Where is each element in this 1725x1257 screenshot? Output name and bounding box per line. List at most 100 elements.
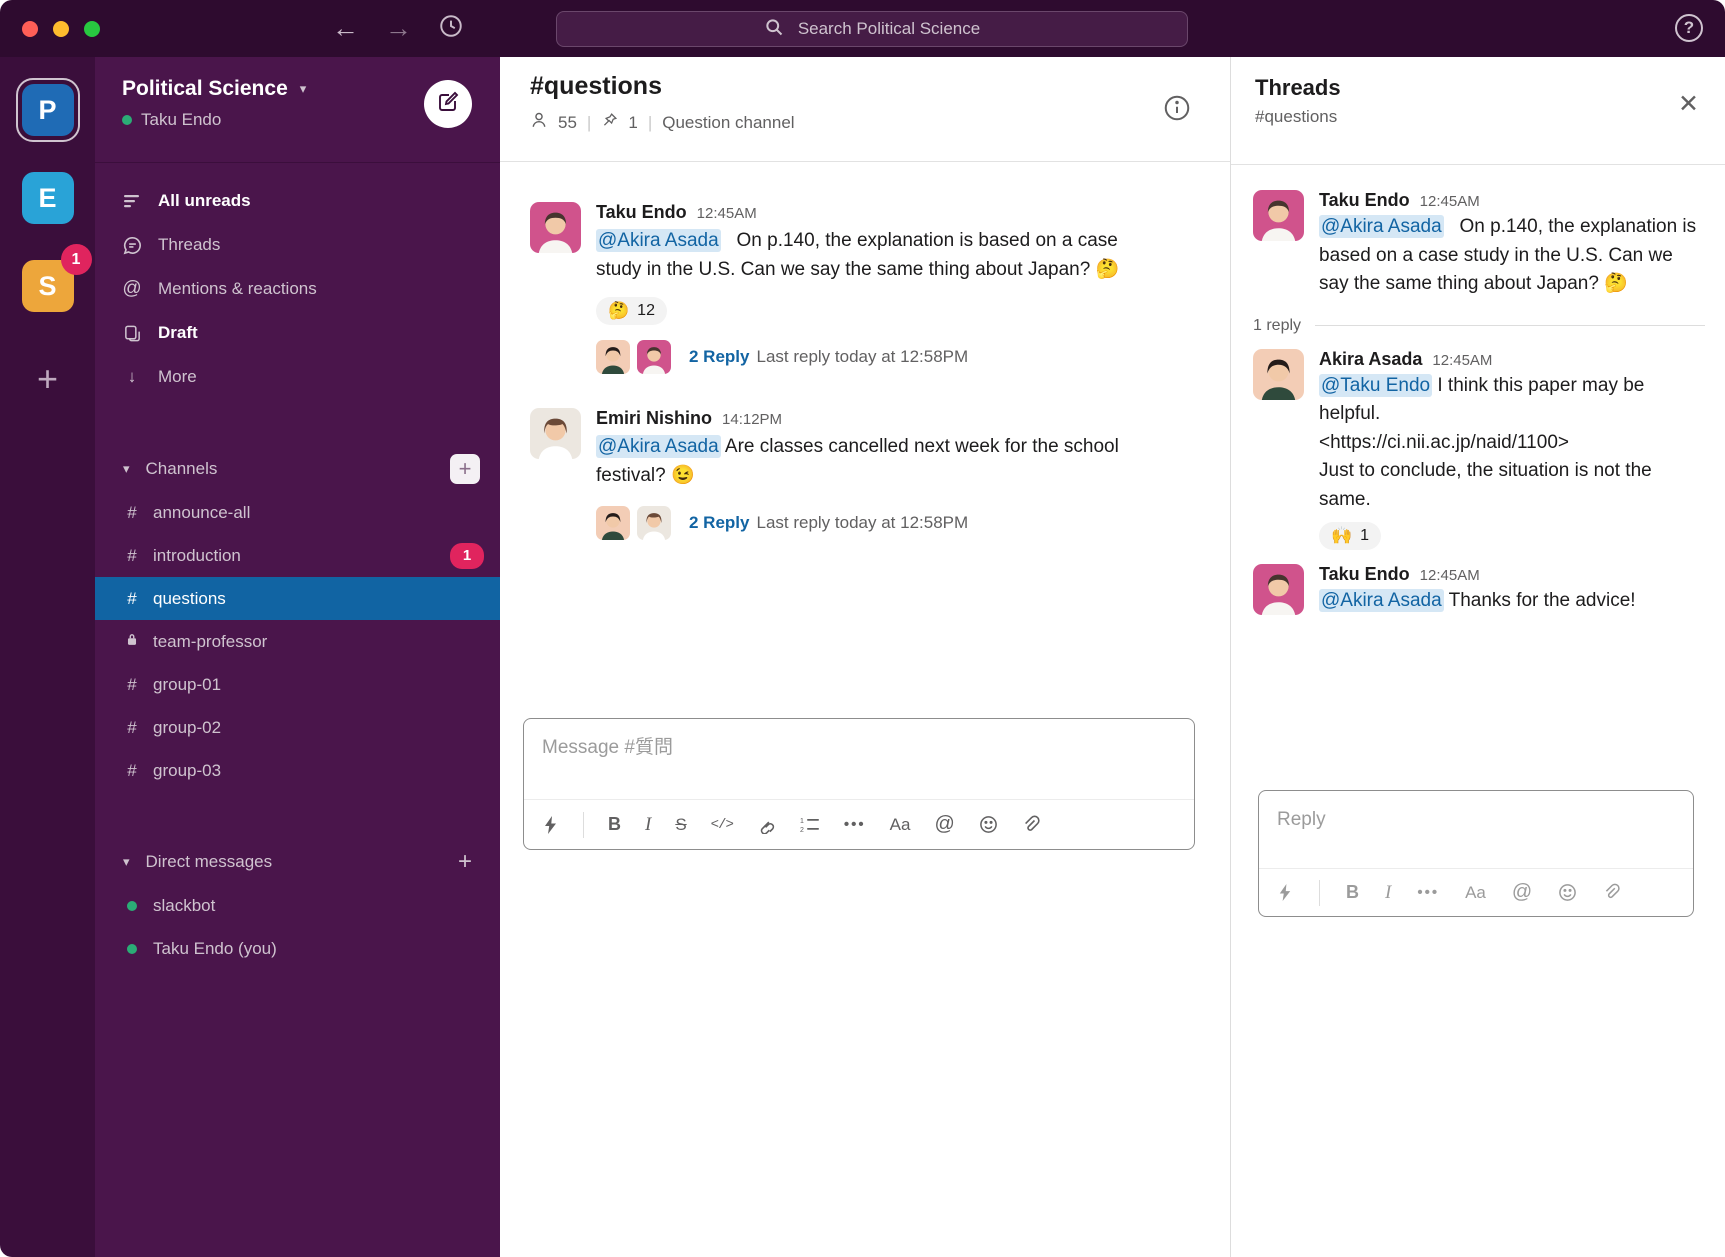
reply-count-link[interactable]: 2 Reply [689,513,749,533]
avatar[interactable] [1253,190,1304,241]
history-forward-icon[interactable]: → [385,15,412,42]
sidebar-channel-team-professor[interactable]: team-professor [95,620,500,663]
ordered-list-icon[interactable]: 1 2 [800,816,820,834]
channel-info-icon[interactable] [1162,93,1192,128]
minimize-window-button[interactable] [53,21,69,37]
message-author[interactable]: Akira Asada [1319,349,1422,370]
threads-title: Threads [1255,75,1725,101]
sidebar-channel-group-03[interactable]: # group-03 [95,749,500,792]
channel-topic[interactable]: Question channel [662,113,794,133]
more-actions-icon[interactable]: ••• [1417,884,1439,901]
pin-icon[interactable] [601,112,618,134]
sidebar-item-threads[interactable]: Threads [95,223,500,267]
mention-chip[interactable]: @Akira Asada [1319,215,1444,238]
reply-input[interactable] [1259,791,1693,831]
format-aa-button[interactable]: Aa [890,815,911,835]
mention-chip[interactable]: @Taku Endo [1319,374,1432,397]
sidebar-channel-announce-all[interactable]: # announce-all [95,491,500,534]
channels-section-header[interactable]: ▾ Channels + [95,447,500,491]
svg-text:1: 1 [800,818,804,825]
add-workspace-button[interactable]: + [37,358,58,400]
search-input[interactable]: Search Political Science [556,11,1188,47]
emoji-smiley-icon[interactable] [1558,883,1577,902]
add-dm-button[interactable]: + [450,847,480,877]
sidebar-item-more[interactable]: ↓ More [95,355,500,399]
message-input[interactable] [524,719,1194,759]
avatar[interactable] [530,408,581,459]
reply-count-label: 1 reply [1253,317,1301,335]
message-author[interactable]: Taku Endo [1319,564,1410,585]
link-icon[interactable] [757,815,776,834]
history-clock-icon[interactable] [438,13,464,44]
mention-chip[interactable]: @Akira Asada [596,229,721,252]
shortcuts-lightning-icon[interactable] [1277,883,1293,902]
member-count[interactable]: 55 [558,113,577,133]
new-message-button[interactable] [424,80,472,128]
code-button[interactable]: </> [711,817,733,833]
avatar[interactable] [530,202,581,253]
dms-section-header[interactable]: ▾ Direct messages + [95,840,500,884]
bold-button[interactable]: B [608,814,621,835]
emoji-smiley-icon[interactable] [979,815,998,834]
mention-chip[interactable]: @Akira Asada [596,435,721,458]
format-aa-button[interactable]: Aa [1465,883,1486,903]
workspace-name: Political Science [122,77,288,101]
mention-chip[interactable]: @Akira Asada [1319,589,1444,612]
sidebar-channel-introduction[interactable]: # introduction 1 [95,534,500,577]
zoom-window-button[interactable] [84,21,100,37]
italic-button[interactable]: I [645,814,651,836]
traffic-lights [22,21,100,37]
avatar[interactable] [1253,349,1304,400]
avatar[interactable] [596,506,630,540]
close-window-button[interactable] [22,21,38,37]
thread-reply-bar[interactable]: 2 Reply Last reply today at 12:58PM [596,340,1141,374]
sidebar-item-all-unreads[interactable]: All unreads [95,179,500,223]
workspace-item-e[interactable]: E [16,166,80,230]
pin-count[interactable]: 1 [628,113,637,133]
all-unreads-icon [121,191,143,211]
reply-count-link[interactable]: 2 Reply [689,347,749,367]
history-back-icon[interactable]: ← [332,15,359,42]
sidebar-header: Political Science ▾ Taku Endo [95,57,500,163]
message-author[interactable]: Taku Endo [596,202,687,223]
message-time: 12:45AM [1420,567,1480,584]
bold-button[interactable]: B [1346,882,1359,903]
attachment-paperclip-icon[interactable] [1022,815,1040,835]
reaction-count: 12 [637,302,655,320]
avatar[interactable] [637,340,671,374]
sidebar-channel-questions[interactable]: # questions [95,577,500,620]
message-author[interactable]: Emiri Nishino [596,408,712,429]
sidebar-channel-group-02[interactable]: # group-02 [95,706,500,749]
sidebar-dm-taku-endo[interactable]: Taku Endo (you) [95,927,500,970]
channel-label: group-01 [153,675,221,695]
avatar[interactable] [637,506,671,540]
message-author[interactable]: Taku Endo [1319,190,1410,211]
mention-button[interactable]: @ [1512,881,1532,904]
more-actions-icon[interactable]: ••• [844,816,866,833]
add-channel-button[interactable]: + [450,454,480,484]
thread-reply-bar[interactable]: 2 Reply Last reply today at 12:58PM [596,506,1141,540]
sidebar-item-draft[interactable]: Draft [95,311,500,355]
workspace-icon-p: P [22,84,74,136]
help-icon[interactable]: ? [1675,14,1703,42]
sidebar-channel-group-01[interactable]: # group-01 [95,663,500,706]
close-icon[interactable]: ✕ [1678,89,1699,119]
presence-dot [122,115,132,125]
sidebar-item-mentions[interactable]: @ Mentions & reactions [95,267,500,311]
reaction-pill[interactable]: 🙌 1 [1319,522,1381,550]
sidebar-dm-slackbot[interactable]: slackbot [95,884,500,927]
members-icon[interactable] [530,111,548,134]
avatar[interactable] [1253,564,1304,615]
attachment-paperclip-icon[interactable] [1603,883,1620,902]
italic-button[interactable]: I [1385,882,1391,904]
reaction-pill[interactable]: 🤔 12 [596,297,667,325]
workspace-item-p[interactable]: P [16,78,80,142]
workspace-icon-e: E [22,172,74,224]
workspace-item-s[interactable]: S 1 [16,254,80,318]
channel-label: announce-all [153,503,250,523]
sidebar-item-label: Mentions & reactions [158,279,317,299]
shortcuts-lightning-icon[interactable] [542,815,559,835]
avatar[interactable] [596,340,630,374]
mention-button[interactable]: @ [934,813,954,836]
strikethrough-button[interactable]: S [675,815,686,835]
